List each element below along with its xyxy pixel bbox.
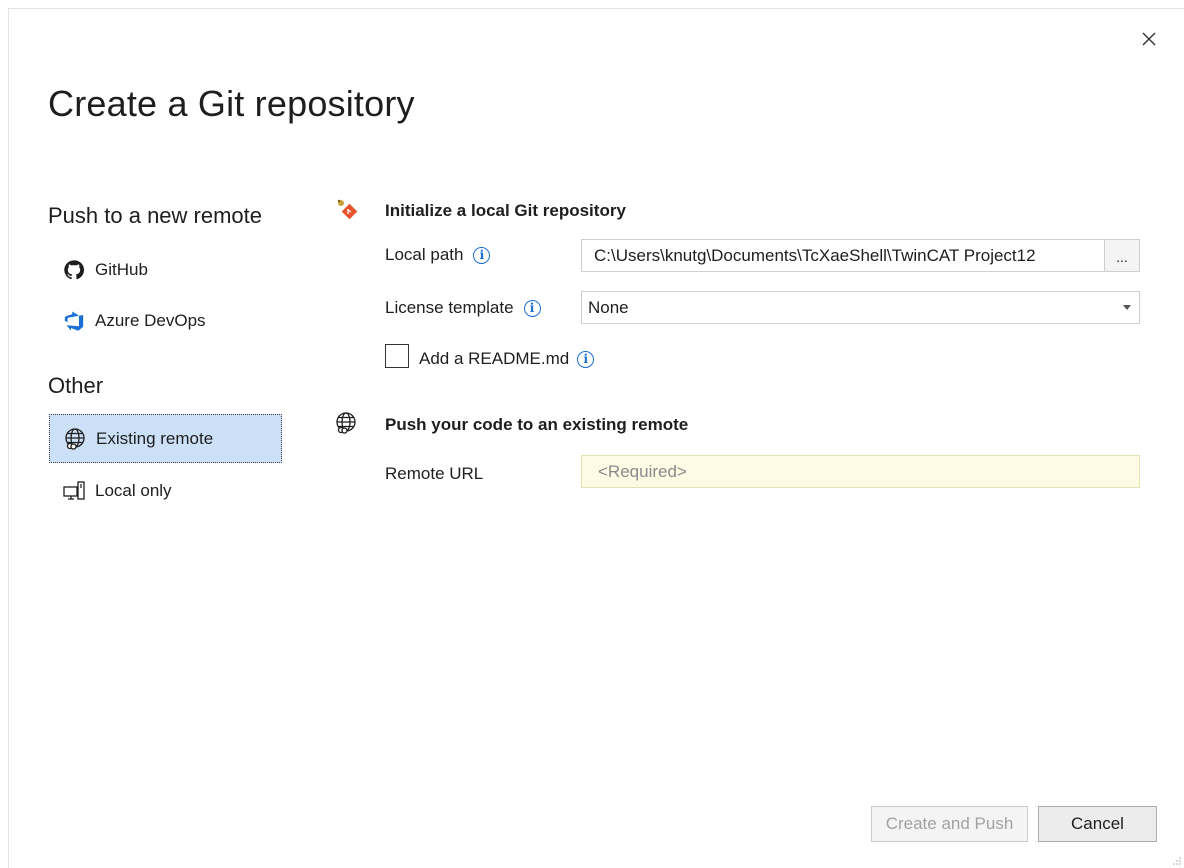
dialog-title: Create a Git repository [48,83,415,124]
local-path-input[interactable]: C:\Users\knutg\Documents\TcXaeShell\Twin… [581,239,1140,272]
local-path-label-text: Local path [385,245,464,264]
license-template-select[interactable]: None [581,291,1140,324]
globe-icon [62,426,88,452]
nav-item-label: Existing remote [96,428,214,448]
license-template-label-text: License template [385,298,514,317]
nav-item-local-only[interactable]: Local only [49,466,282,515]
push-to-new-remote-heading: Push to a new remote [48,203,263,228]
github-icon [61,257,87,283]
nav-item-label: GitHub [95,259,148,279]
azure-devops-icon [61,308,87,334]
initialize-local-repo-heading: Initialize a local Git repository [385,201,626,220]
browse-button[interactable]: ... [1104,239,1140,272]
globe-icon [334,411,358,435]
create-git-repository-dialog: Create a Git repository Push to a new re… [8,8,1184,868]
add-readme-label-text: Add a README.md [419,349,570,368]
git-repository-icon [335,197,359,221]
computer-icon [61,478,87,504]
license-template-label: License template i [385,298,541,318]
close-icon[interactable] [1137,27,1161,51]
local-path-label: Local path i [385,245,491,265]
nav-item-azure-devops[interactable]: Azure DevOps [49,296,282,345]
info-icon[interactable]: i [523,299,541,317]
license-template-value: None [588,297,629,317]
add-readme-label: Add a README.md i [419,349,595,369]
add-readme-checkbox[interactable] [385,344,409,368]
cancel-button[interactable]: Cancel [1038,806,1157,842]
other-heading: Other [48,373,104,398]
remote-url-label: Remote URL [385,464,484,483]
push-existing-remote-heading: Push your code to an existing remote [385,415,689,434]
info-icon[interactable]: i [577,350,595,368]
nav-item-label: Azure DevOps [95,310,206,330]
remote-url-placeholder: <Required> [598,461,687,481]
info-icon[interactable]: i [473,246,491,264]
create-and-push-button[interactable]: Create and Push [871,806,1028,842]
chevron-down-icon [1123,305,1131,310]
resize-grip-icon[interactable] [1172,856,1182,866]
nav-item-existing-remote[interactable]: Existing remote [49,414,282,463]
remote-url-input[interactable]: <Required> [581,455,1140,488]
nav-item-github[interactable]: GitHub [49,245,282,294]
nav-item-label: Local only [95,480,172,500]
local-path-value: C:\Users\knutg\Documents\TcXaeShell\Twin… [594,245,1036,265]
